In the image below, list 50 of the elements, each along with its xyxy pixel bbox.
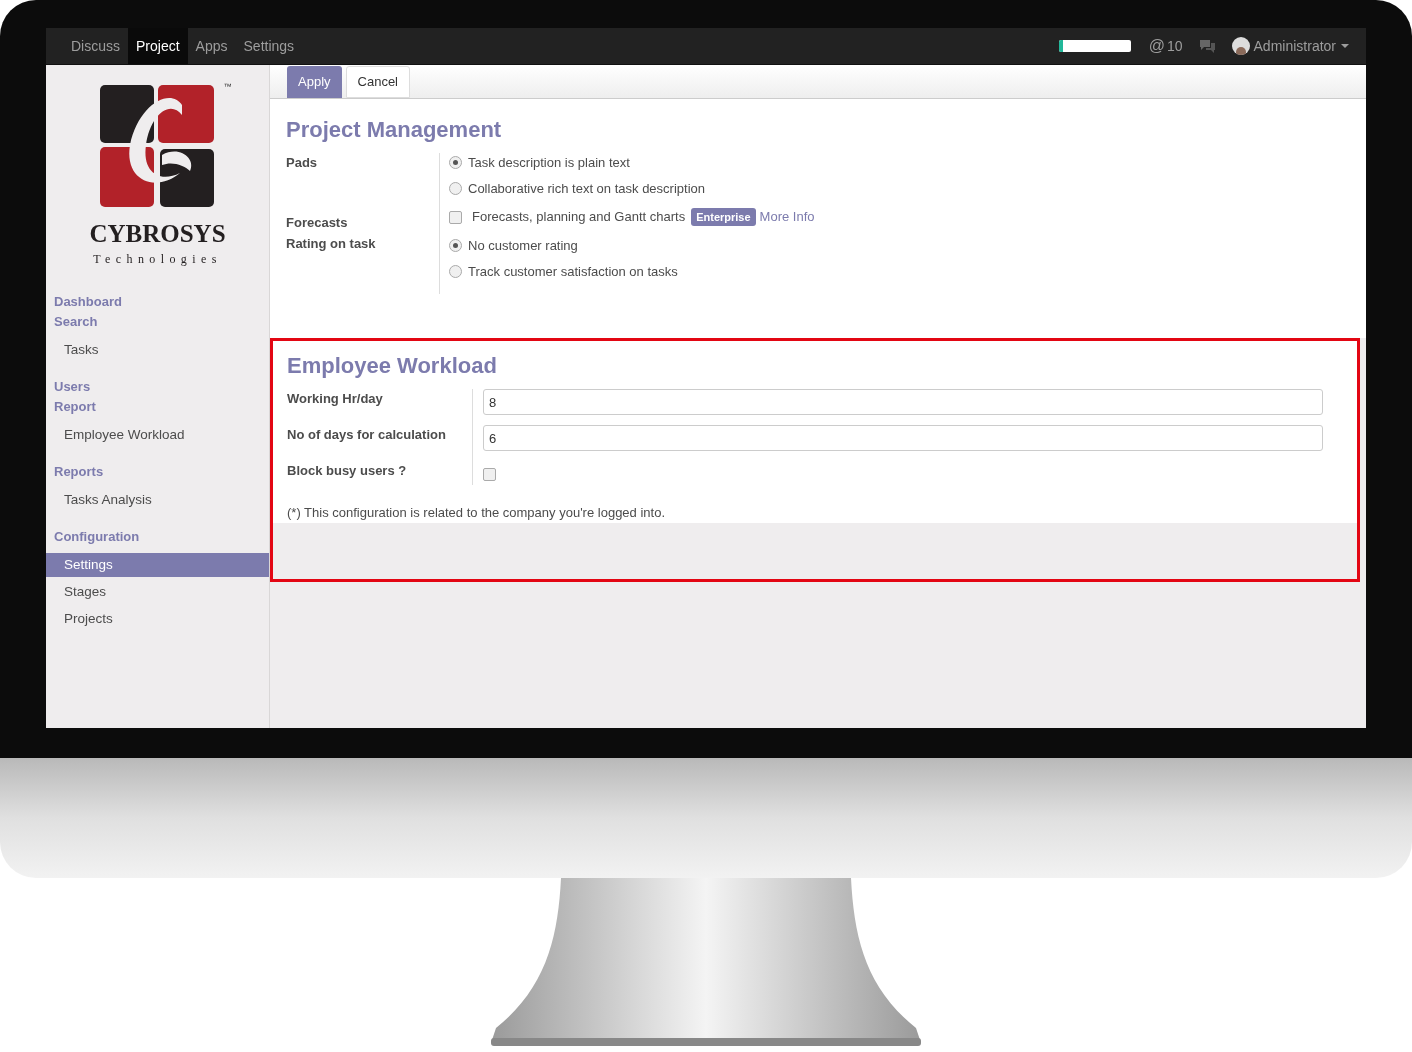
section-title: Project Management <box>286 119 503 141</box>
radio-label: No customer rating <box>468 237 578 255</box>
sidebar-item[interactable]: Settings <box>46 553 269 577</box>
chat-icon[interactable] <box>1198 39 1216 53</box>
checkbox[interactable] <box>449 210 462 224</box>
menu-tab[interactable]: Discuss <box>63 28 128 64</box>
field-label: Forecasts <box>286 214 349 232</box>
radio-button[interactable] <box>449 181 462 195</box>
radio-button[interactable] <box>449 156 462 170</box>
sidebar-heading[interactable]: Reports <box>46 462 269 482</box>
avatar-icon <box>1231 37 1250 55</box>
field-label: No of days for calculation <box>287 426 447 444</box>
field-label: Rating on task <box>286 235 377 253</box>
sidebar-item[interactable]: Tasks <box>46 338 269 362</box>
enterprise-badge: Enterprise <box>691 207 756 227</box>
action-button[interactable]: Cancel <box>345 66 410 98</box>
sidebar-heading[interactable]: Search <box>46 312 269 332</box>
logo-wordmark: CYBROSYS <box>89 221 226 246</box>
checkbox-label: Forecasts, planning and Gantt charts <box>472 208 686 227</box>
mentions-counter[interactable]: @10 <box>1148 34 1183 58</box>
sidebar-heading[interactable]: Users <box>46 377 269 397</box>
sidebar-heading[interactable]: Dashboard <box>46 292 269 312</box>
note-text: (*) This configuration is related to the company you're logged into. <box>287 504 666 522</box>
input-field[interactable]: 8 <box>483 389 1323 415</box>
radio-label: Task description is plain text <box>468 154 630 172</box>
sidebar-item[interactable]: Stages <box>46 580 269 604</box>
sidebar-heading[interactable]: Report <box>46 397 269 417</box>
more-info-link[interactable]: More Info <box>759 207 815 227</box>
field-label: Working Hr/day <box>287 390 384 408</box>
logo-tagline: Technologies <box>93 251 222 268</box>
menu-tab[interactable]: Apps <box>187 28 236 64</box>
sidebar-item[interactable]: Tasks Analysis <box>46 488 269 512</box>
sidebar-heading[interactable]: Configuration <box>46 527 269 547</box>
radio-button[interactable] <box>449 239 462 253</box>
field-label: Block busy users ? <box>287 462 408 480</box>
sidebar-item[interactable]: Employee Workload <box>46 423 269 447</box>
field-label: Pads <box>286 154 319 172</box>
menu-tab[interactable]: Settings <box>235 28 303 64</box>
logo-icon <box>99 85 216 209</box>
menu-tab[interactable]: Project <box>128 28 188 64</box>
action-button[interactable]: Apply <box>287 66 342 98</box>
sidebar-item[interactable]: Projects <box>46 607 269 631</box>
radio-button[interactable] <box>449 264 462 278</box>
section-title: Employee Workload <box>287 355 498 377</box>
user-menu[interactable]: Administrator <box>1253 35 1349 57</box>
trademark-label: ™ <box>223 81 232 93</box>
input-field[interactable]: 6 <box>483 425 1323 451</box>
radio-label: Collaborative rich text on task description <box>468 179 705 198</box>
checkbox[interactable] <box>483 467 496 481</box>
radio-label: Track customer satisfaction on tasks <box>468 262 678 281</box>
